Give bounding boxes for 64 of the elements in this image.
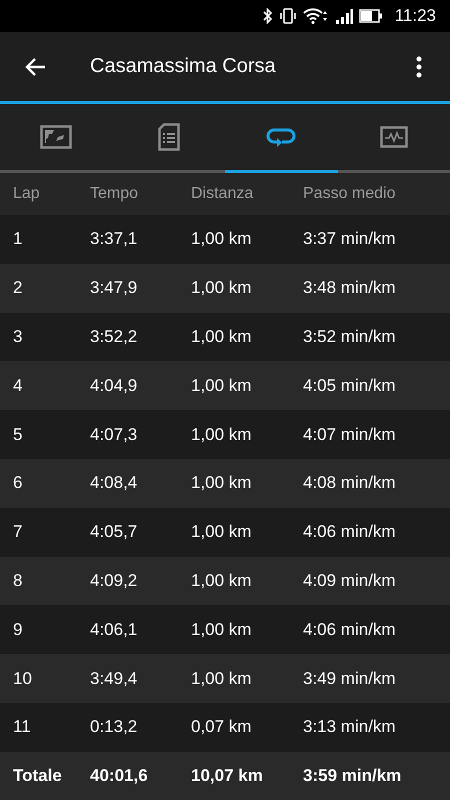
table-cell: 3:49,4 bbox=[90, 668, 138, 689]
total-cell: 40:01,6 bbox=[90, 766, 148, 786]
table-cell: 8 bbox=[13, 570, 22, 591]
table-cell: 3:52,2 bbox=[90, 326, 138, 347]
more-vertical-icon bbox=[416, 56, 422, 78]
table-cell: 6 bbox=[13, 473, 22, 494]
battery-icon bbox=[358, 9, 383, 23]
table-cell: 9 bbox=[13, 620, 22, 640]
table-cell: 4:08,4 bbox=[90, 473, 138, 494]
vibrate-icon bbox=[278, 8, 297, 24]
back-arrow-icon bbox=[24, 56, 46, 76]
table-cell: 3:49 min/km bbox=[303, 668, 396, 689]
table-cell: 1,00 km bbox=[191, 570, 252, 591]
total-cell: Totale bbox=[13, 766, 62, 786]
status-time: 11:23 bbox=[394, 6, 436, 26]
table-cell: 4:05 min/km bbox=[303, 376, 396, 396]
table-cell: 7 bbox=[13, 522, 22, 542]
table-cell: 4 bbox=[13, 376, 22, 396]
table-cell: 3:47,9 bbox=[90, 278, 138, 298]
table-cell: 3:37 min/km bbox=[303, 229, 396, 250]
table-cell: 1,00 km bbox=[191, 473, 252, 494]
table-cell: 4:09 min/km bbox=[303, 570, 396, 591]
total-cell: 3:59 min/km bbox=[303, 766, 402, 786]
table-cell: 4:06,1 bbox=[90, 620, 138, 640]
map-icon bbox=[40, 125, 72, 149]
table-cell: 0,07 km bbox=[191, 717, 252, 738]
table-cell: 4:08 min/km bbox=[303, 473, 396, 494]
table-cell: 1,00 km bbox=[191, 326, 252, 347]
table-cell: 5 bbox=[13, 424, 22, 445]
table-cell: 11 bbox=[13, 717, 31, 738]
document-list-icon bbox=[158, 123, 180, 151]
signal-icon bbox=[334, 8, 353, 24]
table-cell: 0:13,2 bbox=[90, 717, 138, 738]
table-cell: 1,00 km bbox=[191, 522, 252, 542]
table-cell: 10 bbox=[13, 668, 32, 689]
table-cell: 4:06 min/km bbox=[303, 620, 396, 640]
table-cell: 3:37,1 bbox=[90, 229, 138, 250]
bluetooth-icon bbox=[262, 8, 273, 24]
table-cell: 2 bbox=[13, 278, 22, 298]
chart-icon bbox=[380, 126, 408, 148]
column-header: Passo medio bbox=[303, 185, 396, 203]
table-cell: 1 bbox=[13, 229, 22, 250]
column-header: Distanza bbox=[191, 185, 254, 203]
wifi-icon bbox=[302, 8, 329, 24]
table-cell: 1,00 km bbox=[191, 424, 252, 445]
table-cell: 4:05,7 bbox=[90, 522, 138, 542]
table-cell: 3:13 min/km bbox=[303, 717, 396, 738]
table-cell: 4:06 min/km bbox=[303, 522, 396, 542]
screen-title: Casamassima Corsa bbox=[90, 55, 276, 78]
table-cell: 4:07,3 bbox=[90, 424, 138, 445]
column-header: Tempo bbox=[90, 185, 138, 203]
table-cell: 1,00 km bbox=[191, 668, 252, 689]
table-cell: 4:07 min/km bbox=[303, 424, 396, 445]
table-cell: 4:04,9 bbox=[90, 376, 138, 396]
table-cell: 1,00 km bbox=[191, 376, 252, 396]
table-cell: 3 bbox=[13, 326, 22, 347]
total-cell: 10,07 km bbox=[191, 766, 263, 786]
table-cell: 3:48 min/km bbox=[303, 278, 396, 298]
table-cell: 4:09,2 bbox=[90, 570, 138, 591]
table-cell: 1,00 km bbox=[191, 229, 252, 250]
column-header: Lap bbox=[13, 185, 40, 203]
table-cell: 3:52 min/km bbox=[303, 326, 396, 347]
table-cell: 1,00 km bbox=[191, 620, 252, 640]
table-cell: 1,00 km bbox=[191, 278, 252, 298]
